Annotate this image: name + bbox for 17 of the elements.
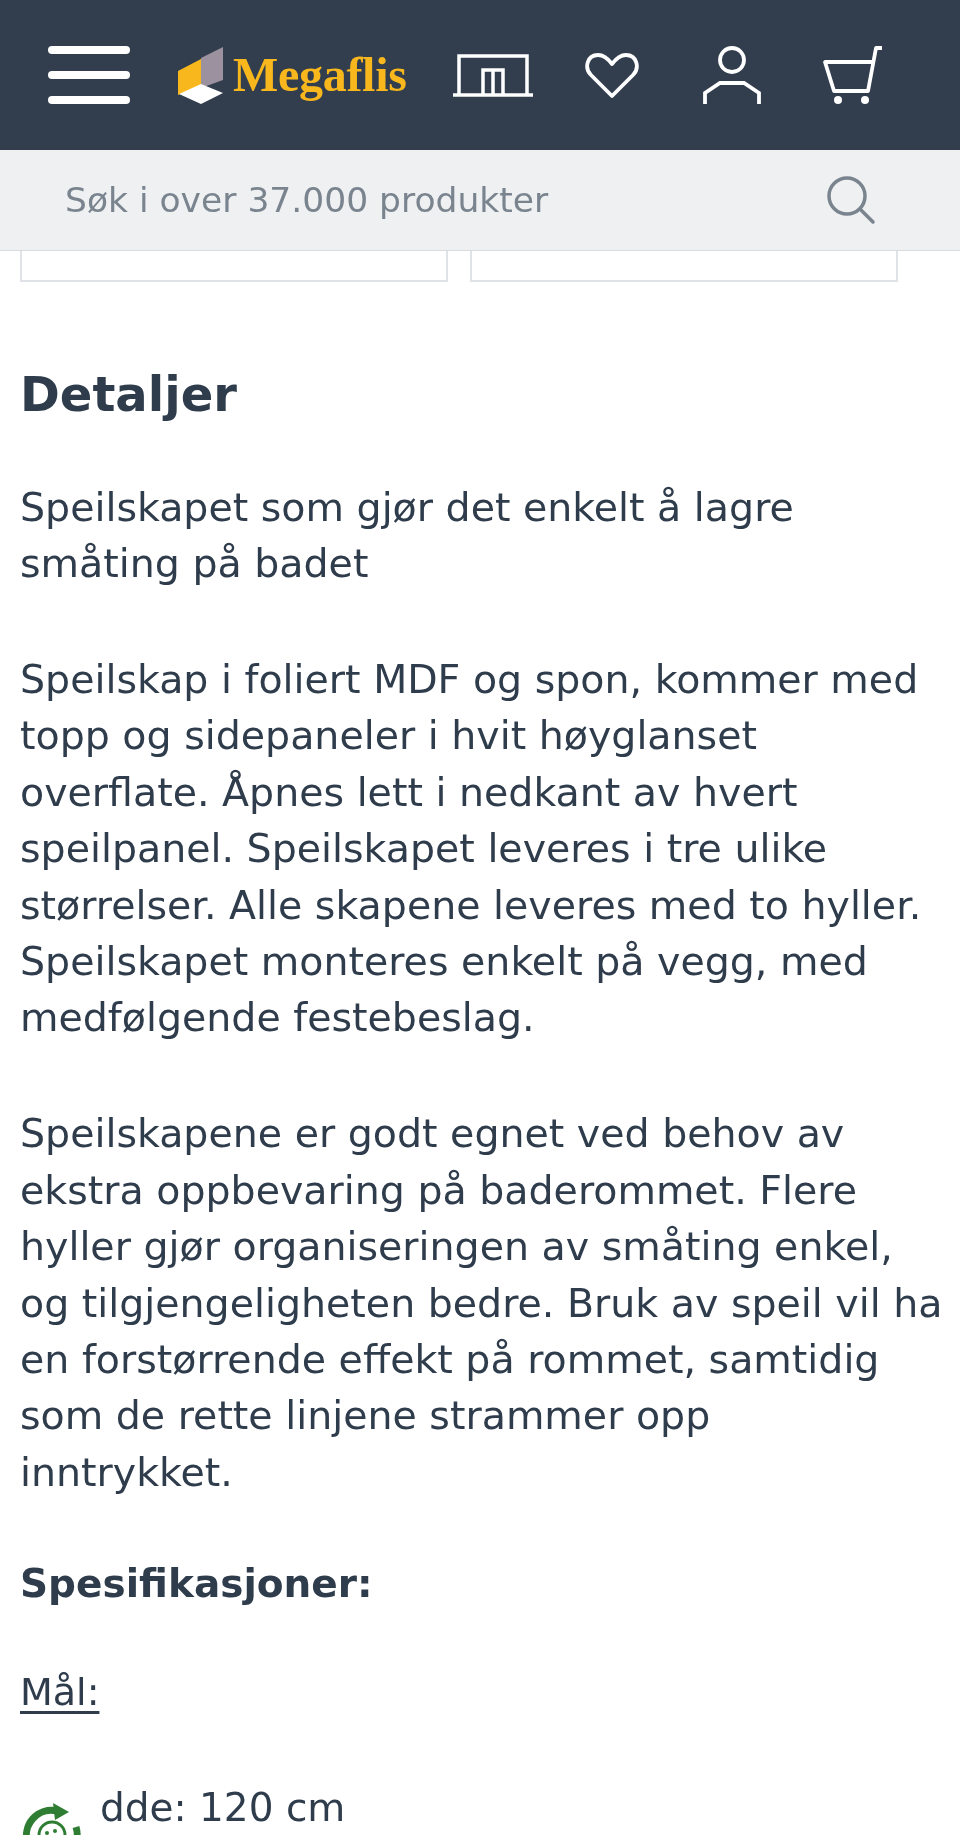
menu-icon[interactable] <box>48 46 130 104</box>
cart-icon[interactable] <box>820 45 883 105</box>
heart-icon[interactable] <box>584 51 639 99</box>
search-field[interactable]: Søk i over 37.000 produkter <box>65 170 806 230</box>
description-paragraph: Speilskapene er godt egnet ved behov av ekstra oppbevaring på baderommet. Flere hyller gjør organiseringen av småting enkel, og tilgjengeligheten bedre. Bruk av speil vil ha en forstørrende effekt på rommet, samtidig som de rette linjene strammer opp inntrykket. <box>20 1109 944 1497</box>
store-icon[interactable] <box>452 53 533 97</box>
cube-logo-icon <box>178 46 223 104</box>
search-bar[interactable]: Søk i over 37.000 produkter <box>0 150 960 251</box>
logo-link[interactable]: Megaflis <box>178 46 407 104</box>
specification-line: dde: 120 cm <box>100 1783 346 1832</box>
search-icon[interactable] <box>826 175 876 225</box>
user-icon[interactable] <box>702 46 761 104</box>
dimensions-subheading: Mål: <box>20 1668 100 1716</box>
specifications-heading: Spesifikasjoner: <box>20 1559 374 1607</box>
section-heading: Detaljer <box>20 366 238 424</box>
description-paragraph: Speilskap i foliert MDF og spon, kommer med topp og sidepaneler i hvit høyglanset overflate. Åpnes lett i nedkant av hvert speilpanel. Speilskapet leveres i tre ulike størrelser. Alle skapene leveres med to hyller. Speilskapet monteres enkelt på vegg, med medfølgende festebeslag. <box>20 655 923 1043</box>
description-paragraph: Speilskapet som gjør det enkelt å lagre småting på badet <box>20 482 795 588</box>
